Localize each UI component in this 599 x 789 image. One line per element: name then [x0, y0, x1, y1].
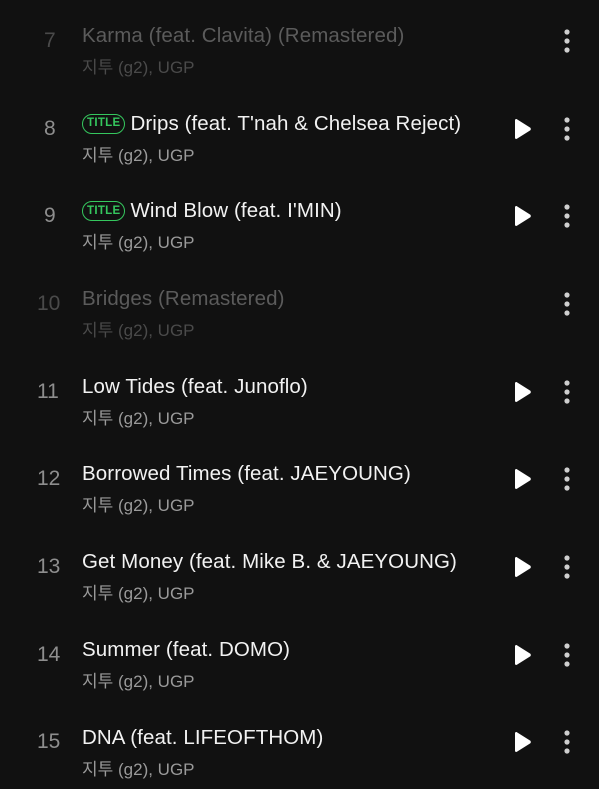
- track-info: DNA (feat. LIFEOFTHOM) 지투 (g2), UGP: [82, 723, 489, 780]
- track-title-line: Karma (feat. Clavita) (Remastered): [82, 21, 489, 51]
- track-artist: 지투 (g2), UGP: [82, 233, 195, 253]
- track-title-line: Bridges (Remastered): [82, 284, 489, 314]
- play-icon[interactable]: [511, 204, 533, 228]
- more-vertical-icon[interactable]: [555, 727, 579, 757]
- track-info: Borrowed Times (feat. JAEYOUNG) 지투 (g2), …: [82, 459, 489, 516]
- track-row[interactable]: 14 Summer (feat. DOMO) 지투 (g2), UGP: [0, 611, 599, 699]
- track-info: TITLE Wind Blow (feat. I'MIN) 지투 (g2), UGP: [82, 196, 489, 253]
- track-number: 14: [37, 642, 61, 666]
- track-artist: 지투 (g2), UGP: [82, 496, 195, 516]
- track-row[interactable]: 11 Low Tides (feat. Junoflo) 지투 (g2), UGP: [0, 348, 599, 436]
- track-artist: 지투 (g2), UGP: [82, 408, 195, 428]
- play-icon[interactable]: [511, 643, 533, 667]
- track-title: Karma (feat. Clavita) (Remastered): [82, 24, 405, 47]
- play-icon[interactable]: [511, 380, 533, 404]
- track-title-line: Borrowed Times (feat. JAEYOUNG): [82, 459, 489, 489]
- track-artist: 지투 (g2), UGP: [82, 321, 195, 341]
- track-title: Bridges (Remastered): [82, 287, 285, 311]
- play-icon[interactable]: [511, 467, 533, 491]
- more-vertical-icon[interactable]: [555, 552, 579, 582]
- more-vertical-icon[interactable]: [555, 377, 579, 407]
- track-title-line: Get Money (feat. Mike B. & JAEYOUNG): [82, 547, 489, 577]
- track-number: 10: [37, 291, 61, 315]
- track-row[interactable]: 10 Bridges (Remastered) 지투 (g2), UGP: [0, 260, 599, 348]
- track-row[interactable]: 9 TITLE Wind Blow (feat. I'MIN) 지투 (g2), UG…: [0, 172, 599, 260]
- track-title: DNA (feat. LIFEOFTHOM): [82, 725, 324, 749]
- track-title-line: TITLE Drips (feat. T'nah & Chelsea Reject…: [82, 109, 489, 139]
- track-list: 7 Karma (feat. Clavita) (Remastered) 지투 (g…: [0, 0, 599, 786]
- track-number: 13: [37, 554, 61, 578]
- track-title-line: TITLE Wind Blow (feat. I'MIN): [82, 196, 489, 226]
- track-info: Karma (feat. Clavita) (Remastered) 지투 (g2…: [82, 21, 489, 78]
- track-title: Wind Blow (feat. I'MIN): [130, 199, 342, 223]
- track-row[interactable]: 12 Borrowed Times (feat. JAEYOUNG) 지투 (g2)…: [0, 435, 599, 523]
- track-artist: 지투 (g2), UGP: [82, 145, 195, 165]
- track-title-line: DNA (feat. LIFEOFTHOM): [82, 723, 489, 753]
- track-title: Borrowed Times (feat. JAEYOUNG): [82, 462, 411, 486]
- track-title: Get Money (feat. Mike B. & JAEYOUNG): [82, 550, 457, 574]
- play-icon[interactable]: [511, 117, 533, 141]
- track-title: Low Tides (feat. Junoflo): [82, 374, 308, 398]
- track-info: TITLE Drips (feat. T'nah & Chelsea Reject…: [82, 109, 489, 166]
- track-info: Get Money (feat. Mike B. & JAEYOUNG) 지투 (…: [82, 547, 489, 604]
- more-vertical-icon[interactable]: [555, 26, 579, 56]
- track-artist: 지투 (g2), UGP: [82, 759, 195, 779]
- more-vertical-icon[interactable]: [555, 201, 579, 231]
- track-artist: 지투 (g2), UGP: [82, 584, 195, 604]
- more-vertical-icon[interactable]: [555, 640, 579, 670]
- more-vertical-icon[interactable]: [555, 464, 579, 494]
- play-icon[interactable]: [511, 730, 533, 754]
- track-row[interactable]: 8 TITLE Drips (feat. T'nah & Chelsea Rejec…: [0, 85, 599, 173]
- track-artist: 지투 (g2), UGP: [82, 671, 195, 691]
- track-title: Summer (feat. DOMO): [82, 637, 291, 661]
- track-info: Summer (feat. DOMO) 지투 (g2), UGP: [82, 635, 489, 692]
- track-info: Low Tides (feat. Junoflo) 지투 (g2), UGP: [82, 372, 489, 429]
- more-vertical-icon[interactable]: [555, 114, 579, 144]
- track-info: Bridges (Remastered) 지투 (g2), UGP: [82, 284, 489, 341]
- track-row[interactable]: 13 Get Money (feat. Mike B. & JAEYOUNG) 지투…: [0, 523, 599, 611]
- track-row[interactable]: 15 DNA (feat. LIFEOFTHOM) 지투 (g2), UGP: [0, 699, 599, 787]
- track-number: 15: [37, 730, 61, 754]
- track-title-line: Summer (feat. DOMO): [82, 635, 489, 665]
- more-vertical-icon[interactable]: [555, 289, 579, 319]
- track-row[interactable]: 7 Karma (feat. Clavita) (Remastered) 지투 (g…: [0, 0, 599, 85]
- play-icon[interactable]: [511, 555, 533, 579]
- title-track-badge: TITLE: [82, 201, 126, 222]
- track-artist: 지투 (g2), UGP: [82, 58, 195, 77]
- track-title-line: Low Tides (feat. Junoflo): [82, 372, 489, 402]
- track-title: Drips (feat. T'nah & Chelsea Reject): [130, 111, 462, 135]
- track-number: 12: [37, 467, 61, 491]
- track-number: 11: [37, 379, 59, 403]
- title-track-badge: TITLE: [82, 113, 126, 134]
